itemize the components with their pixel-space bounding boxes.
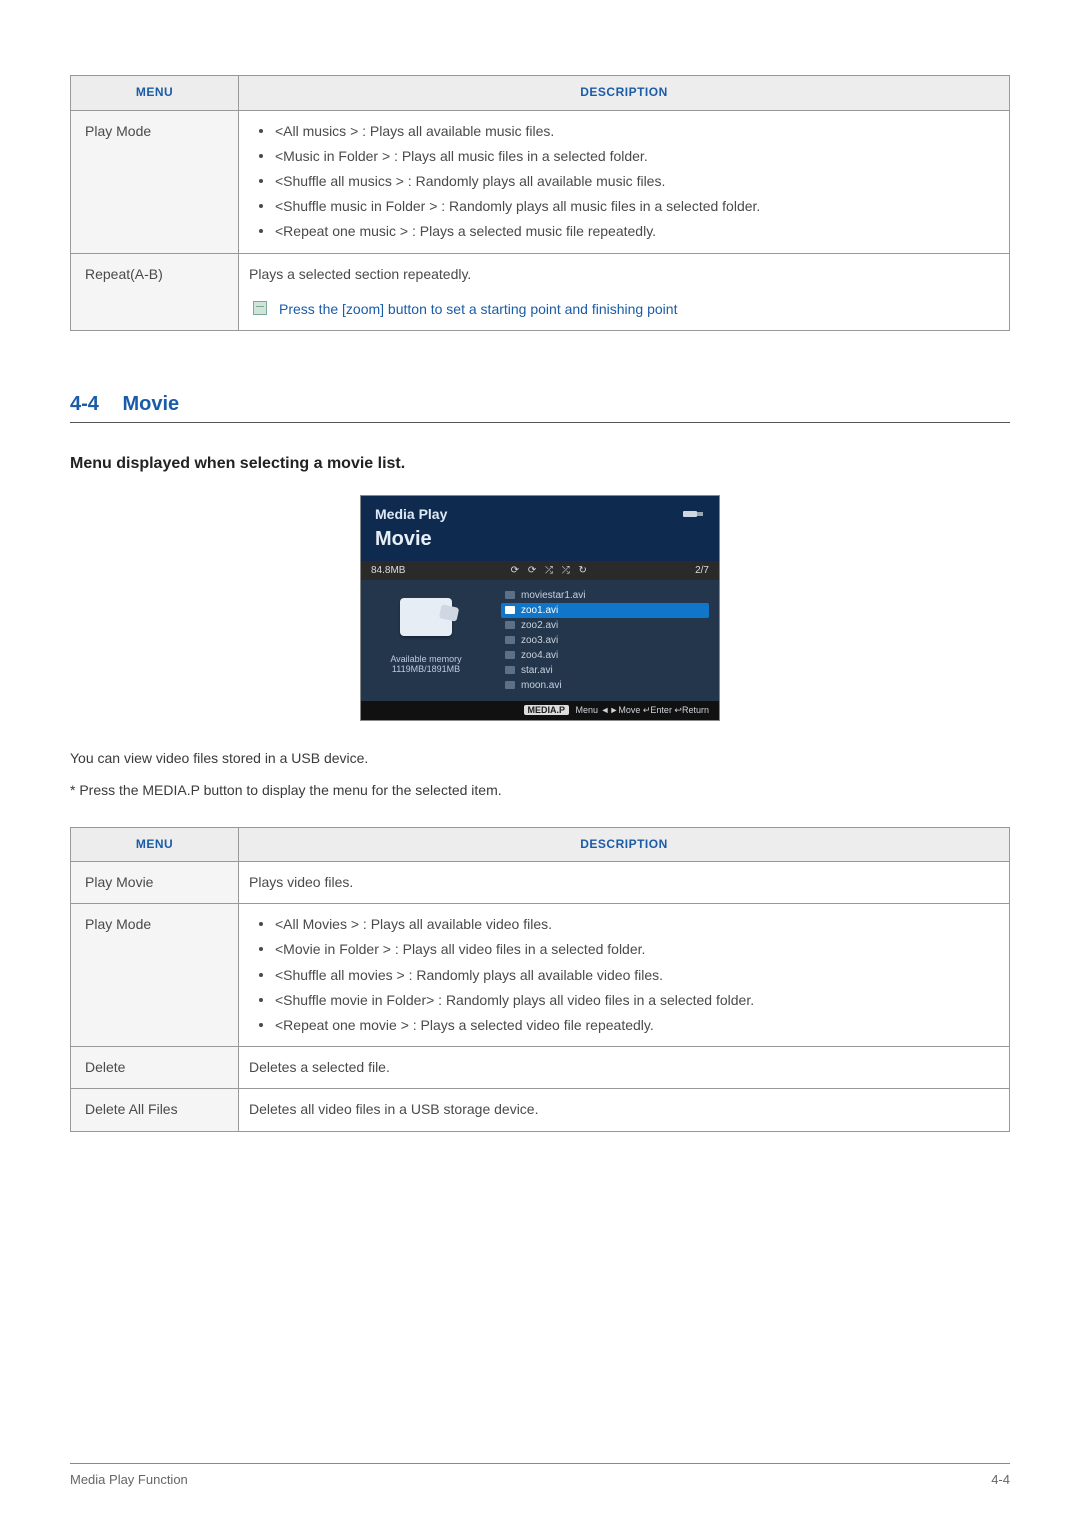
note-icon [253,301,267,315]
device-count: 2/7 [695,565,709,576]
table-row: Repeat(A-B) Plays a selected section rep… [71,253,1010,330]
file-icon [505,606,515,614]
desc-cell: <All musics > : Plays all available musi… [239,110,1010,253]
note-line: Press the [zoom] button to set a startin… [249,297,999,322]
section-title: Movie [122,393,179,415]
file-icon [505,651,515,659]
section-number: 4-4 [70,393,99,415]
th-menu: MENU [71,76,239,111]
file-icon [505,636,515,644]
file-icon [505,666,515,674]
device-footer: MEDIA.P Menu ◄►Move ↵Enter ↩Return [361,701,719,720]
page-footer: Media Play Function 4-4 [70,1463,1010,1487]
footer-hints: Menu ◄►Move ↵Enter ↩Return [576,705,709,715]
thumbnail-icon [400,598,452,636]
desc-cell: Deletes all video files in a USB storage… [239,1089,1010,1131]
footer-left: Media Play Function [70,1472,188,1487]
desc-text: Plays a selected section repeatedly. [249,262,999,287]
table-row: Play Movie Plays video files. [71,862,1010,904]
device-preview: Available memory 1119MB/1891MB [361,580,491,701]
file-row: moon.avi [501,678,709,693]
file-name: zoo2.avi [521,620,558,631]
music-options-table: MENU DESCRIPTION Play Mode <All musics >… [70,75,1010,331]
file-row: zoo4.avi [501,648,709,663]
device-file-list: moviestar1.avi zoo1.avi zoo2.avi zoo3.av… [491,580,719,701]
device-size: 84.8MB [371,565,405,576]
mem-label: Available memory [369,654,483,664]
menu-cell: Delete [71,1047,239,1089]
th-desc: DESCRIPTION [239,76,1010,111]
list-item: <Movie in Folder > : Plays all video fil… [255,937,999,962]
body-text-2: * Press the MEDIA.P button to display th… [70,779,1010,803]
file-row-selected: zoo1.avi [501,603,709,618]
table-row: Play Mode <All musics > : Plays all avai… [71,110,1010,253]
note-text: Press the [zoom] button to set a startin… [279,297,677,322]
section-heading: 4-4 Movie [70,393,1010,423]
desc-cell: Deletes a selected file. [239,1047,1010,1089]
sub-heading: Menu displayed when selecting a movie li… [70,455,1010,473]
menu-cell: Play Mode [71,110,239,253]
desc-cell: Plays a selected section repeatedly. Pre… [239,253,1010,330]
device-body: Available memory 1119MB/1891MB moviestar… [361,580,719,701]
device-screenshot: Media Play Movie 84.8MB ⟳ ⟳ ⤮ ⤮ ↻ 2/7 Av… [360,495,720,721]
file-icon [505,681,515,689]
file-icon [505,621,515,629]
file-name: zoo1.avi [521,605,558,616]
list-item: <Repeat one music > : Plays a selected m… [255,219,999,244]
file-row: star.avi [501,663,709,678]
playmode-icons: ⟳ ⟳ ⤮ ⤮ ↻ [511,565,590,576]
table-row: Delete Deletes a selected file. [71,1047,1010,1089]
list-item: <All musics > : Plays all available musi… [255,119,999,144]
footer-right: 4-4 [991,1472,1010,1487]
desc-cell: <All Movies > : Plays all available vide… [239,904,1010,1047]
file-row: zoo3.avi [501,633,709,648]
th-desc: DESCRIPTION [239,827,1010,862]
file-name: zoo4.avi [521,650,558,661]
device-sub: Movie [375,528,705,551]
list-item: <Repeat one movie > : Plays a selected v… [255,1013,999,1038]
file-name: zoo3.avi [521,635,558,646]
list-item: <Music in Folder > : Plays all music fil… [255,144,999,169]
file-row: zoo2.avi [501,618,709,633]
list-item: <All Movies > : Plays all available vide… [255,912,999,937]
list-item: <Shuffle music in Folder > : Randomly pl… [255,194,999,219]
table-row: Delete All Files Deletes all video files… [71,1089,1010,1131]
menu-cell: Repeat(A-B) [71,253,239,330]
file-name: star.avi [521,665,553,676]
list-item: <Shuffle all musics > : Randomly plays a… [255,169,999,194]
file-name: moon.avi [521,680,562,691]
menu-cell: Delete All Files [71,1089,239,1131]
body-text-1: You can view video files stored in a USB… [70,747,1010,771]
menu-cell: Play Mode [71,904,239,1047]
desc-cell: Plays video files. [239,862,1010,904]
mem-value: 1119MB/1891MB [369,664,483,674]
mediap-tag: MEDIA.P [524,705,570,715]
device-bar: 84.8MB ⟳ ⟳ ⤮ ⤮ ↻ 2/7 [361,561,719,580]
movie-options-table: MENU DESCRIPTION Play Movie Plays video … [70,827,1010,1132]
list-item: <Shuffle movie in Folder> : Randomly pla… [255,988,999,1013]
device-header: Media Play Movie [361,496,719,561]
file-name: moviestar1.avi [521,590,585,601]
device-title: Media Play [375,506,705,522]
table-row: Play Mode <All Movies > : Plays all avai… [71,904,1010,1047]
menu-cell: Play Movie [71,862,239,904]
th-menu: MENU [71,827,239,862]
usb-icon [683,508,705,523]
file-row: moviestar1.avi [501,588,709,603]
list-item: <Shuffle all movies > : Randomly plays a… [255,963,999,988]
file-icon [505,591,515,599]
